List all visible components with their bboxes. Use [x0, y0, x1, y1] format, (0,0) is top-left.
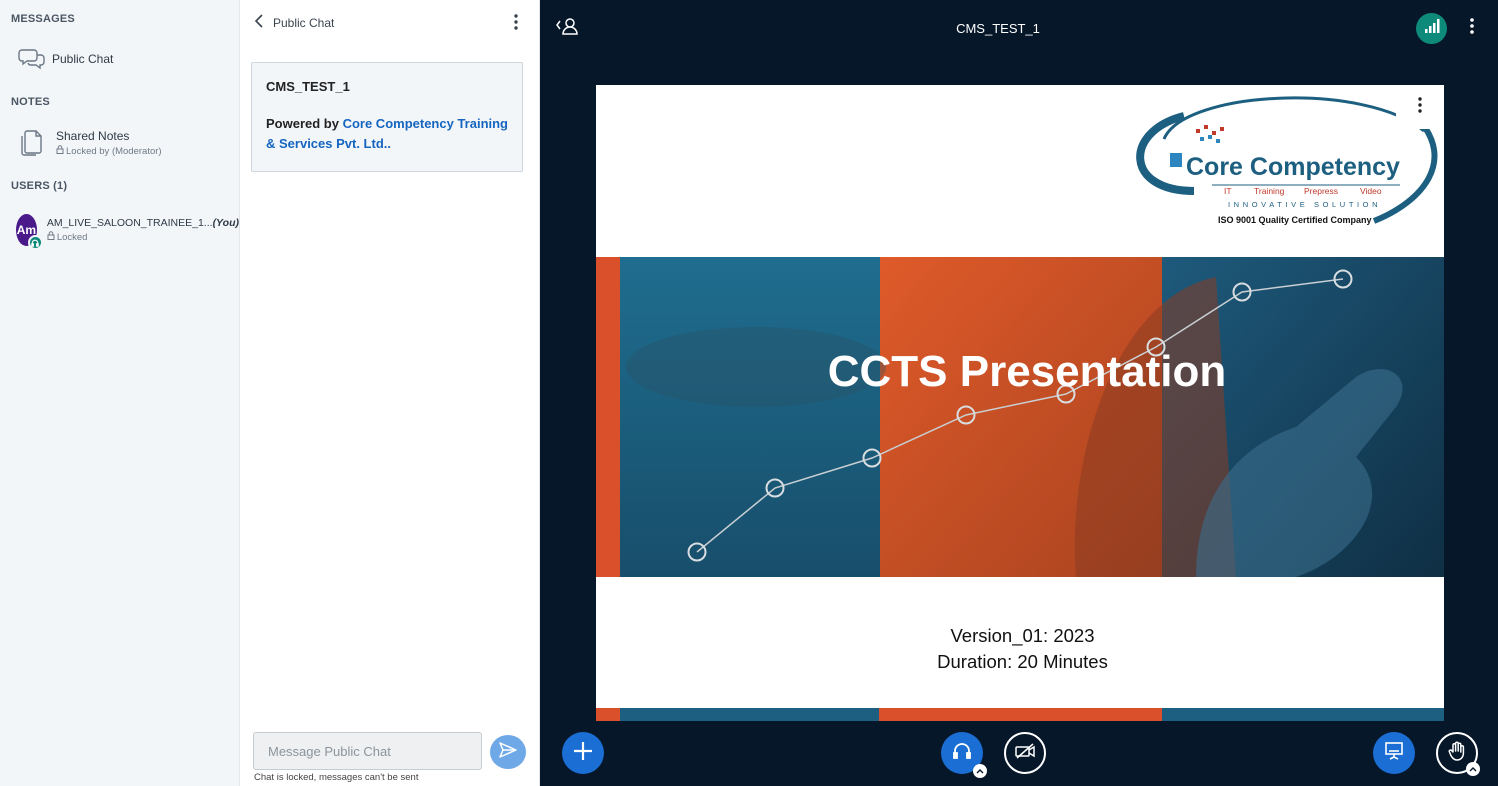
- company-logo: Core Competency IT Training Prepress Vid…: [1124, 91, 1442, 231]
- you-tag: (You): [212, 217, 239, 229]
- users-section-title: USERS (1): [11, 180, 68, 192]
- send-message-button[interactable]: [490, 735, 526, 769]
- options-menu-button[interactable]: [1464, 17, 1480, 39]
- slide-banner-image: [596, 257, 1444, 577]
- logo-iso: ISO 9001 Quality Certified Company: [1218, 215, 1372, 225]
- logo-tag-training: Training: [1254, 186, 1285, 196]
- company-link[interactable]: Core Competency Training: [343, 116, 508, 131]
- welcome-title: CMS_TEST_1: [266, 79, 350, 94]
- presentation-slide: Core Competency IT Training Prepress Vid…: [596, 85, 1444, 721]
- sidebar-item-label: Public Chat: [52, 52, 114, 66]
- user-list-sidebar: MESSAGES Public Chat NOTES Shared Notes: [0, 0, 240, 786]
- audio-button[interactable]: [941, 732, 987, 778]
- lock-icon: [56, 145, 64, 157]
- presentation-button[interactable]: [1373, 732, 1415, 774]
- chat-locked-note: Chat is locked, messages can't be sent: [254, 772, 419, 783]
- shared-notes-status: Locked by (Moderator): [66, 145, 162, 157]
- public-chat-panel: Public Chat CMS_TEST_1 Powered by Core C…: [240, 0, 540, 786]
- logo-tag-it: IT: [1224, 186, 1232, 196]
- chevron-left-icon: [254, 13, 264, 33]
- hand-icon: [1448, 741, 1466, 766]
- sidebar-item-shared-notes[interactable]: Shared Notes Locked by (Moderator): [0, 124, 239, 162]
- connection-status-button[interactable]: [1416, 13, 1447, 44]
- user-status: Locked: [56, 231, 88, 243]
- more-vertical-icon: [1470, 17, 1474, 39]
- plus-icon: [573, 741, 593, 766]
- sidebar-item-public-chat[interactable]: Public Chat: [0, 42, 239, 76]
- presentation-area: CMS_TEST_1 Core Competency IT Training P…: [540, 0, 1498, 786]
- user-list-item[interactable]: Am AM_LIVE_SALOON_TRAINEE_1...(You) Lock…: [0, 212, 239, 250]
- slide-heading: CCTS Presentation: [827, 347, 1227, 396]
- document-icon: [12, 127, 52, 159]
- sidebar-item-label: Shared Notes: [56, 129, 130, 143]
- logo-tagline: INNOVATIVE SOLUTION: [1228, 200, 1381, 209]
- lock-icon: [47, 231, 55, 243]
- message-input[interactable]: [253, 732, 482, 770]
- more-vertical-icon: [1418, 96, 1422, 118]
- chat-bubbles-icon: [12, 43, 52, 75]
- company-link-continued[interactable]: & Services Pvt. Ltd..: [266, 136, 391, 151]
- chat-back-button[interactable]: [250, 13, 268, 33]
- headset-icon: [27, 235, 43, 250]
- video-button[interactable]: [1004, 732, 1046, 774]
- audio-options-button[interactable]: [973, 764, 987, 778]
- camera-off-icon: [1014, 742, 1036, 765]
- logo-name: Core Competency: [1186, 153, 1400, 181]
- slide-options-button[interactable]: [1396, 85, 1444, 129]
- messages-section-title: MESSAGES: [11, 13, 75, 25]
- logo-tag-video: Video: [1360, 186, 1382, 196]
- slide-footer-strip: [596, 708, 1444, 721]
- welcome-prefix: Powered by: [266, 116, 343, 131]
- chat-welcome-message: CMS_TEST_1 Powered by Core Competency Tr…: [251, 62, 523, 172]
- more-vertical-icon: [514, 13, 518, 35]
- signal-bars-icon: [1424, 19, 1440, 38]
- raise-hand-button[interactable]: [1436, 732, 1480, 776]
- slide-version: Version_01: 2023: [950, 625, 1095, 646]
- headset-icon: [952, 742, 972, 765]
- slide-duration: Duration: 20 Minutes: [937, 651, 1108, 672]
- presentation-screen-icon: [1384, 741, 1404, 766]
- actions-button[interactable]: [562, 732, 604, 774]
- meeting-title: CMS_TEST_1: [956, 21, 1040, 36]
- user-name: AM_LIVE_SALOON_TRAINEE_1...: [46, 217, 213, 229]
- send-icon: [499, 741, 517, 763]
- reactions-options-button[interactable]: [1466, 762, 1480, 776]
- chat-header-title: Public Chat: [273, 16, 335, 30]
- notes-section-title: NOTES: [11, 96, 50, 108]
- logo-tag-prepress: Prepress: [1304, 186, 1338, 196]
- chat-options-button[interactable]: [506, 13, 526, 35]
- avatar: Am: [16, 214, 43, 250]
